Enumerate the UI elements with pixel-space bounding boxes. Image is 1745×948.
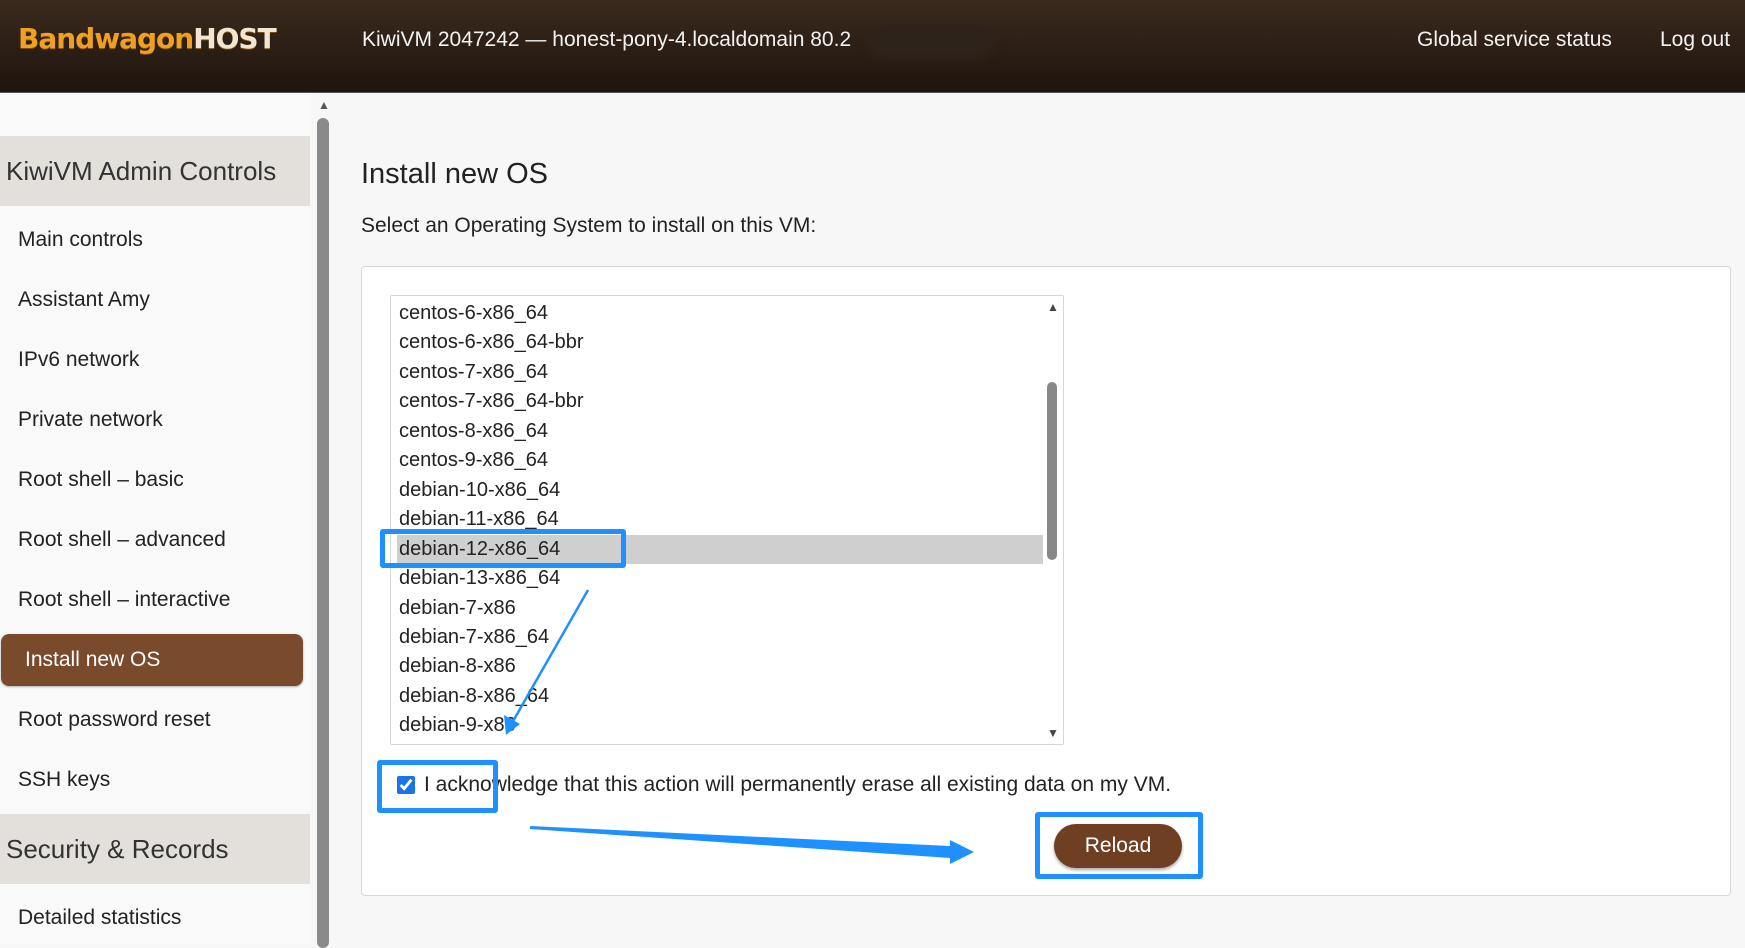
annotation-arrows <box>504 589 974 864</box>
annotation-arrow-icon <box>530 826 974 864</box>
annotation-arrow-icon <box>504 589 590 735</box>
